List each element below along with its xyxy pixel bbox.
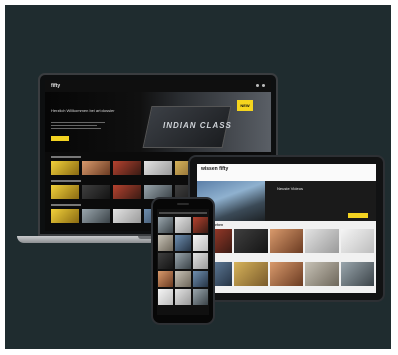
- thumbnail[interactable]: [269, 229, 304, 253]
- thumbnail[interactable]: [305, 229, 339, 253]
- thumbnail[interactable]: [269, 262, 304, 286]
- laptop-logo[interactable]: fifty: [51, 83, 60, 89]
- device-showcase: fifty Herzlich Willkommen bei art:dossie…: [5, 5, 391, 349]
- thumbnail[interactable]: [192, 289, 208, 305]
- thumbnail[interactable]: [234, 262, 268, 286]
- tablet-hero-title: Neuste Videos: [277, 186, 303, 191]
- thumbnail[interactable]: [340, 229, 375, 253]
- phone: [151, 197, 215, 325]
- thumbnail[interactable]: [175, 289, 191, 305]
- thumbnail[interactable]: [113, 161, 141, 175]
- tablet: wissen fifty Neuste Videos Meist gesehen…: [188, 155, 385, 302]
- thumbnail[interactable]: [175, 217, 191, 233]
- phone-header: [159, 212, 207, 214]
- thumbnail[interactable]: [175, 271, 191, 287]
- laptop-hero-banner: Herzlich Willkommen bei art:dossier INDI…: [45, 92, 271, 152]
- thumbnail[interactable]: [192, 217, 208, 233]
- laptop-hero-title: Herzlich Willkommen bei art:dossier: [51, 108, 115, 113]
- thumbnail[interactable]: [175, 253, 191, 269]
- hero-badge: NEW: [237, 100, 253, 111]
- thumbnail[interactable]: [51, 185, 79, 199]
- thumbnail[interactable]: [234, 229, 268, 253]
- laptop-row-label: [51, 156, 81, 158]
- laptop-topbar: fifty: [45, 80, 271, 92]
- thumbnail[interactable]: [175, 235, 191, 251]
- thumbnail[interactable]: [158, 271, 174, 287]
- tablet-thumbnail-row: [199, 262, 375, 286]
- thumbnail[interactable]: [305, 262, 339, 286]
- tablet-logo[interactable]: wissen fifty: [201, 167, 228, 172]
- search-icon[interactable]: [256, 84, 259, 87]
- thumbnail[interactable]: [158, 235, 174, 251]
- laptop-row-label: [51, 180, 81, 182]
- laptop-row-label: [51, 204, 81, 206]
- thumbnail[interactable]: [82, 185, 110, 199]
- thumbnail[interactable]: [192, 271, 208, 287]
- phone-thumbnail-grid: [158, 217, 208, 305]
- thumbnail[interactable]: [158, 289, 174, 305]
- thumbnail[interactable]: [51, 161, 79, 175]
- tablet-hero-button[interactable]: [348, 213, 368, 218]
- thumbnail[interactable]: [51, 209, 79, 223]
- laptop-hero-description: [51, 122, 105, 131]
- thumbnail[interactable]: [82, 161, 110, 175]
- thumbnail[interactable]: [158, 253, 174, 269]
- thumbnail[interactable]: [340, 262, 375, 286]
- hero-device-text: INDIAN CLASS: [163, 121, 232, 130]
- tablet-header: wissen fifty: [197, 164, 376, 181]
- thumbnail[interactable]: [192, 235, 208, 251]
- tablet-hero-banner: Neuste Videos: [197, 181, 376, 221]
- laptop-hero-button[interactable]: [51, 136, 69, 141]
- thumbnail[interactable]: [113, 209, 141, 223]
- thumbnail[interactable]: [158, 217, 174, 233]
- user-icon[interactable]: [262, 84, 265, 87]
- tablet-thumbnail-row: [199, 229, 375, 253]
- laptop-topbar-icons: [256, 84, 265, 87]
- thumbnail[interactable]: [192, 253, 208, 269]
- thumbnail[interactable]: [82, 209, 110, 223]
- phone-screen: [157, 209, 209, 315]
- phone-speaker: [177, 203, 189, 205]
- tablet-screen: wissen fifty Neuste Videos Meist gesehen…: [197, 164, 376, 293]
- thumbnail[interactable]: [144, 161, 172, 175]
- thumbnail[interactable]: [113, 185, 141, 199]
